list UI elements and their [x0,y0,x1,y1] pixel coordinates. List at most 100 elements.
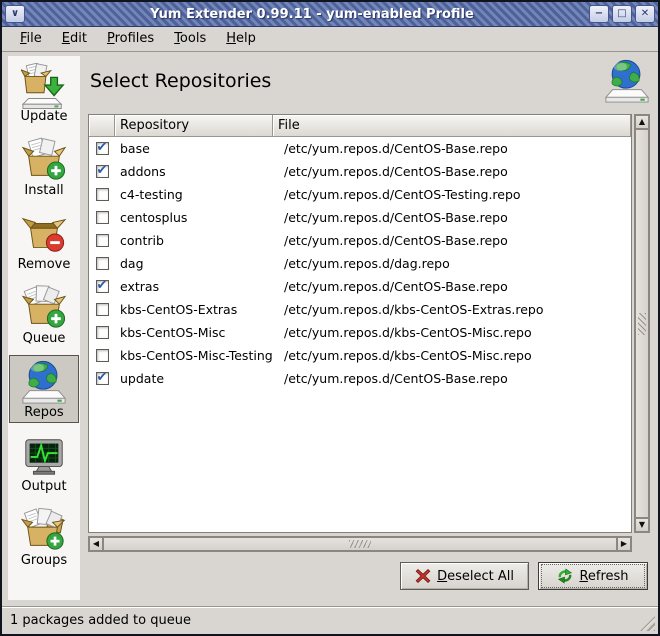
row-checkbox-cell [89,188,115,201]
maximize-button[interactable]: □ [612,5,632,23]
red-x-icon [415,568,431,584]
repo-file: /etc/yum.repos.d/CentOS-Testing.repo [278,187,631,202]
repository-table-wrap: Repository File base /etc/yum.repos.d/Ce… [88,114,650,533]
table-row[interactable]: addons /etc/yum.repos.d/CentOS-Base.repo [89,160,631,183]
repo-name: centosplus [115,210,278,225]
table-row[interactable]: contrib /etc/yum.repos.d/CentOS-Base.rep… [89,229,631,252]
close-icon: ✕ [641,9,649,19]
repo-checkbox[interactable] [96,280,109,293]
repo-checkbox[interactable] [96,257,109,270]
row-checkbox-cell [89,234,115,247]
repo-file: /etc/yum.repos.d/CentOS-Base.repo [278,279,631,294]
minimize-icon: − [595,9,603,19]
sidebar-item-label: Update [20,109,67,124]
row-checkbox-cell [89,142,115,155]
column-header-file[interactable]: File [273,115,631,137]
column-header-repository[interactable]: Repository [115,115,273,137]
table-row[interactable]: extras /etc/yum.repos.d/CentOS-Base.repo [89,275,631,298]
table-row[interactable]: kbs-CentOS-Extras /etc/yum.repos.d/kbs-C… [89,298,631,321]
table-row[interactable]: update /etc/yum.repos.d/CentOS-Base.repo [89,367,631,390]
repo-checkbox[interactable] [96,349,109,362]
window-title: Yum Extender 0.99.11 - yum-enabled Profi… [32,7,592,22]
repo-checkbox[interactable] [96,372,109,385]
repo-checkbox[interactable] [96,165,109,178]
repo-file: /etc/yum.repos.d/kbs-CentOS-Misc.repo [278,348,631,363]
sidebar-item-output[interactable]: Output [9,429,79,497]
repo-checkbox[interactable] [96,188,109,201]
window-menu-button[interactable]: ∨ [5,5,25,23]
repo-name: update [115,371,278,386]
repo-file: /etc/yum.repos.d/dag.repo [278,256,631,271]
refresh-button[interactable]: Refresh [538,562,648,590]
vertical-scrollbar-thumb[interactable] [635,129,649,518]
repo-name: kbs-CentOS-Extras [115,302,278,317]
table-row[interactable]: kbs-CentOS-Misc-Testing /etc/yum.repos.d… [89,344,631,367]
menu-file[interactable]: File [10,28,52,50]
menu-edit[interactable]: Edit [52,28,97,50]
repos-globe-icon [21,359,67,405]
sidebar-item-update[interactable]: Update [9,59,79,127]
repo-name: kbs-CentOS-Misc [115,325,278,340]
sidebar-item-label: Queue [23,331,66,346]
sidebar: Update Install Remove Queue Repos Output [8,56,80,600]
refresh-button-focus-ring: Refresh [541,564,645,588]
scroll-right-button[interactable]: ▶ [617,537,631,551]
row-checkbox-cell [89,257,115,270]
repo-checkbox[interactable] [96,326,109,339]
repo-checkbox[interactable] [96,142,109,155]
repo-checkbox[interactable] [96,234,109,247]
close-button[interactable]: ✕ [635,5,655,23]
repository-globe-icon [604,52,650,108]
window-controls: − □ ✕ [589,5,655,23]
status-text: 1 packages added to queue [10,613,191,628]
repo-checkbox[interactable] [96,211,109,224]
table-row[interactable]: c4-testing /etc/yum.repos.d/CentOS-Testi… [89,183,631,206]
repo-name: addons [115,164,278,179]
sidebar-item-label: Install [24,183,63,198]
menu-tools[interactable]: Tools [164,28,216,50]
main-panel: Select Repositories Repository File [88,52,650,606]
sidebar-item-groups[interactable]: Groups [9,503,79,571]
sidebar-item-remove[interactable]: Remove [9,207,79,275]
row-checkbox-cell [89,326,115,339]
repo-file: /etc/yum.repos.d/kbs-CentOS-Misc.repo [278,325,631,340]
sidebar-item-label: Output [21,479,66,494]
content-area: Update Install Remove Queue Repos Output [2,51,658,606]
horizontal-scrollbar-thumb[interactable] [103,537,617,551]
sidebar-item-repos[interactable]: Repos [9,355,79,423]
vertical-scrollbar[interactable]: ▲ ▼ [634,114,650,533]
maximize-icon: □ [617,9,626,19]
repo-name: dag [115,256,278,271]
table-row[interactable]: dag /etc/yum.repos.d/dag.repo [89,252,631,275]
deselect-all-button[interactable]: Deselect All [400,562,529,590]
column-header-checkbox[interactable] [89,115,115,137]
minimize-button[interactable]: − [589,5,609,23]
page-header: Select Repositories [88,52,650,114]
repository-table: Repository File base /etc/yum.repos.d/Ce… [88,114,632,533]
row-checkbox-cell [89,349,115,362]
menubar: File Edit Profiles Tools Help [2,27,658,51]
repo-checkbox[interactable] [96,303,109,316]
titlebar[interactable]: ∨ Yum Extender 0.99.11 - yum-enabled Pro… [2,2,658,27]
horizontal-scrollbar[interactable]: ◀ ▶ [88,536,632,552]
chevron-down-icon: ∨ [11,9,19,19]
repo-file: /etc/yum.repos.d/CentOS-Base.repo [278,141,631,156]
scroll-left-button[interactable]: ◀ [89,537,103,551]
resize-grip[interactable] [640,616,655,631]
row-checkbox-cell [89,211,115,224]
remove-box-icon [21,211,67,257]
refresh-label: Refresh [579,569,628,584]
repo-name: extras [115,279,278,294]
table-row[interactable]: kbs-CentOS-Misc /etc/yum.repos.d/kbs-Cen… [89,321,631,344]
table-row[interactable]: centosplus /etc/yum.repos.d/CentOS-Base.… [89,206,631,229]
sidebar-item-queue[interactable]: Queue [9,281,79,349]
arrow-left-icon: ◀ [93,540,99,548]
scroll-up-button[interactable]: ▲ [635,115,649,129]
sidebar-item-install[interactable]: Install [9,133,79,201]
menu-profiles[interactable]: Profiles [97,28,164,50]
refresh-icon [557,568,573,584]
table-row[interactable]: base /etc/yum.repos.d/CentOS-Base.repo [89,137,631,160]
sidebar-item-label: Remove [18,257,71,272]
menu-help[interactable]: Help [216,28,266,50]
scroll-down-button[interactable]: ▼ [635,518,649,532]
